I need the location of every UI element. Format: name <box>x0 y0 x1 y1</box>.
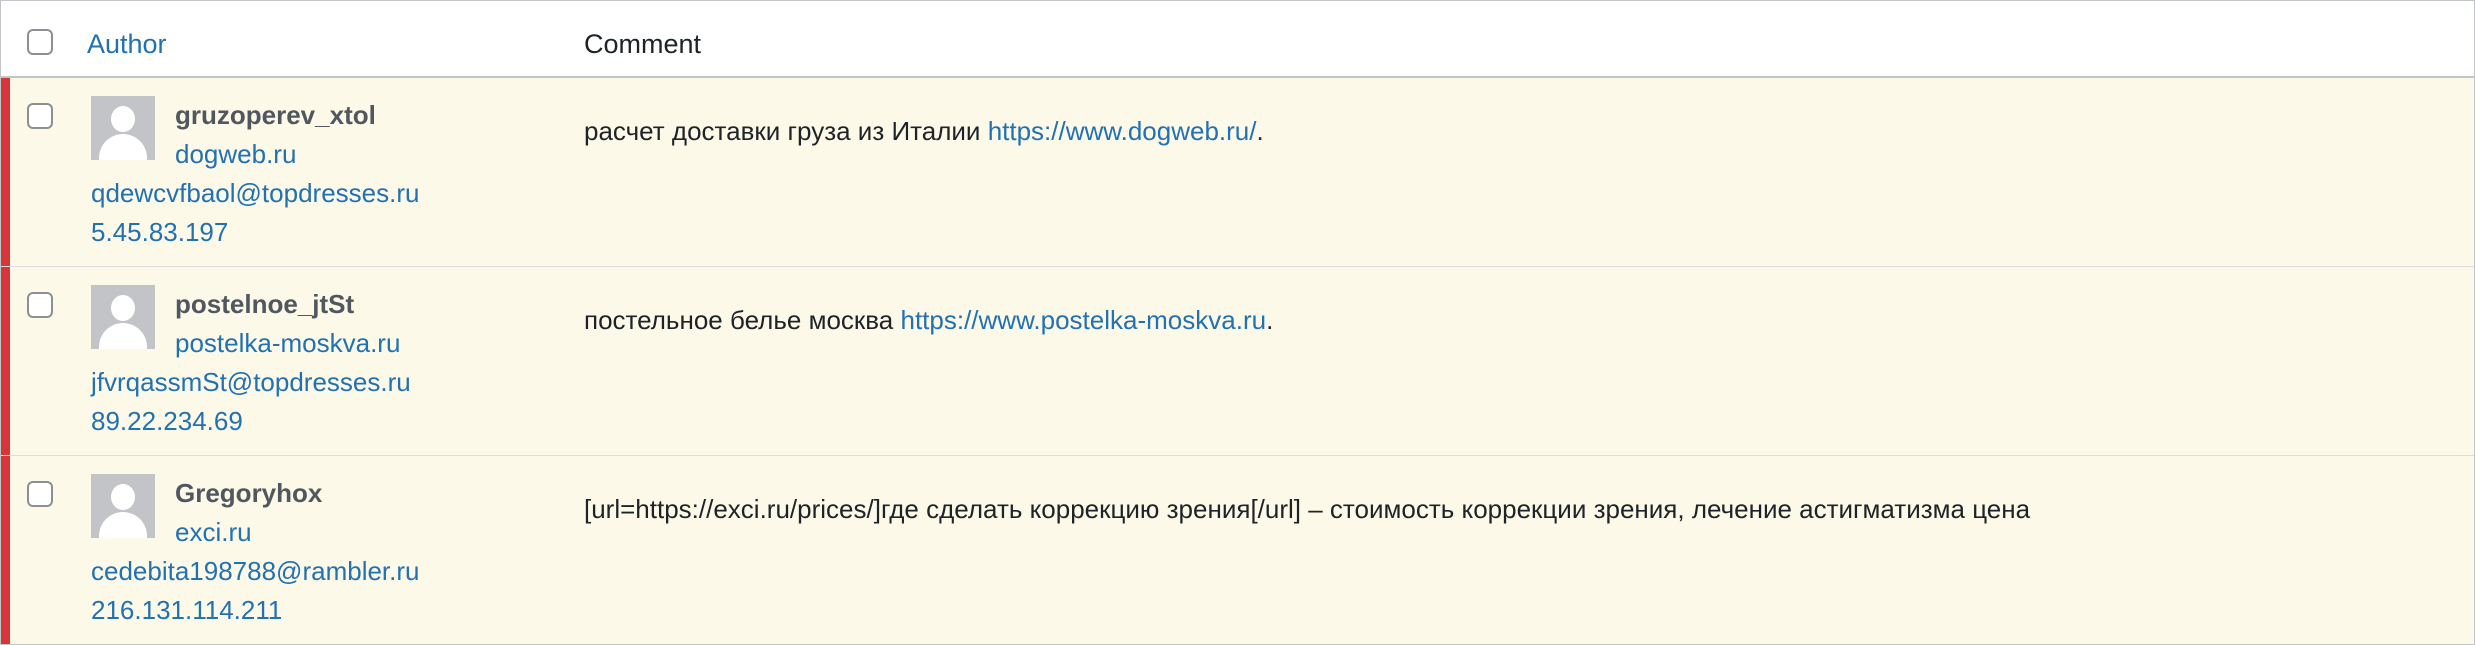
author-ip-link[interactable]: 216.131.114.211 <box>91 595 282 626</box>
table-header: Author Comment <box>1 1 2474 78</box>
unapproved-indicator <box>1 78 10 266</box>
table-row: gruzoperev_xtol dogweb.ru qdewcvfbaol@to… <box>1 78 2474 267</box>
author-email-link[interactable]: jfvrqassmSt@topdresses.ru <box>91 367 411 398</box>
row-checkbox[interactable] <box>27 481 53 507</box>
unapproved-indicator <box>1 267 10 455</box>
comment-text: постельное белье москва https://www.post… <box>584 305 1273 336</box>
comments-table: Author Comment gruzoperev_xtol dogweb.ru… <box>0 0 2475 645</box>
avatar <box>91 474 155 538</box>
author-name: gruzoperev_xtol <box>175 100 376 130</box>
author-email-link[interactable]: cedebita198788@rambler.ru <box>91 556 420 587</box>
author-ip-link[interactable]: 5.45.83.197 <box>91 217 228 248</box>
row-checkbox[interactable] <box>27 103 53 129</box>
row-checkbox[interactable] <box>27 292 53 318</box>
author-url-link[interactable]: postelka-moskva.ru <box>175 328 400 359</box>
table-row: Gregoryhox exci.ru cedebita198788@ramble… <box>1 456 2474 644</box>
comment-link[interactable]: https://www.postelka-moskva.ru <box>900 305 1266 335</box>
select-all-checkbox[interactable] <box>27 29 53 55</box>
comment-body: [url=https://exci.ru/prices/]где сделать… <box>584 494 2031 524</box>
comment-link[interactable]: https://www.dogweb.ru/ <box>988 116 1257 146</box>
comment-body: расчет доставки груза из Италии <box>584 116 988 146</box>
author-email-link[interactable]: qdewcvfbaol@topdresses.ru <box>91 178 419 209</box>
table-row: postelnoe_jtSt postelka-moskva.ru jfvrqa… <box>1 267 2474 456</box>
author-name: Gregoryhox <box>175 478 323 508</box>
comment-body: постельное белье москва <box>584 305 901 335</box>
author-ip-link[interactable]: 89.22.234.69 <box>91 406 243 437</box>
avatar <box>91 285 155 349</box>
comment-text: расчет доставки груза из Италии https://… <box>584 116 1264 147</box>
comment-suffix: . <box>1266 305 1274 335</box>
author-name: postelnoe_jtSt <box>175 289 355 319</box>
unapproved-indicator <box>1 456 10 644</box>
comment-text: [url=https://exci.ru/prices/]где сделать… <box>584 494 2030 525</box>
column-header-comment: Comment <box>584 29 702 59</box>
avatar <box>91 96 155 160</box>
author-url-link[interactable]: dogweb.ru <box>175 139 296 170</box>
author-url-link[interactable]: exci.ru <box>175 517 252 548</box>
column-header-author[interactable]: Author <box>87 29 167 60</box>
comment-suffix: . <box>1256 116 1264 146</box>
